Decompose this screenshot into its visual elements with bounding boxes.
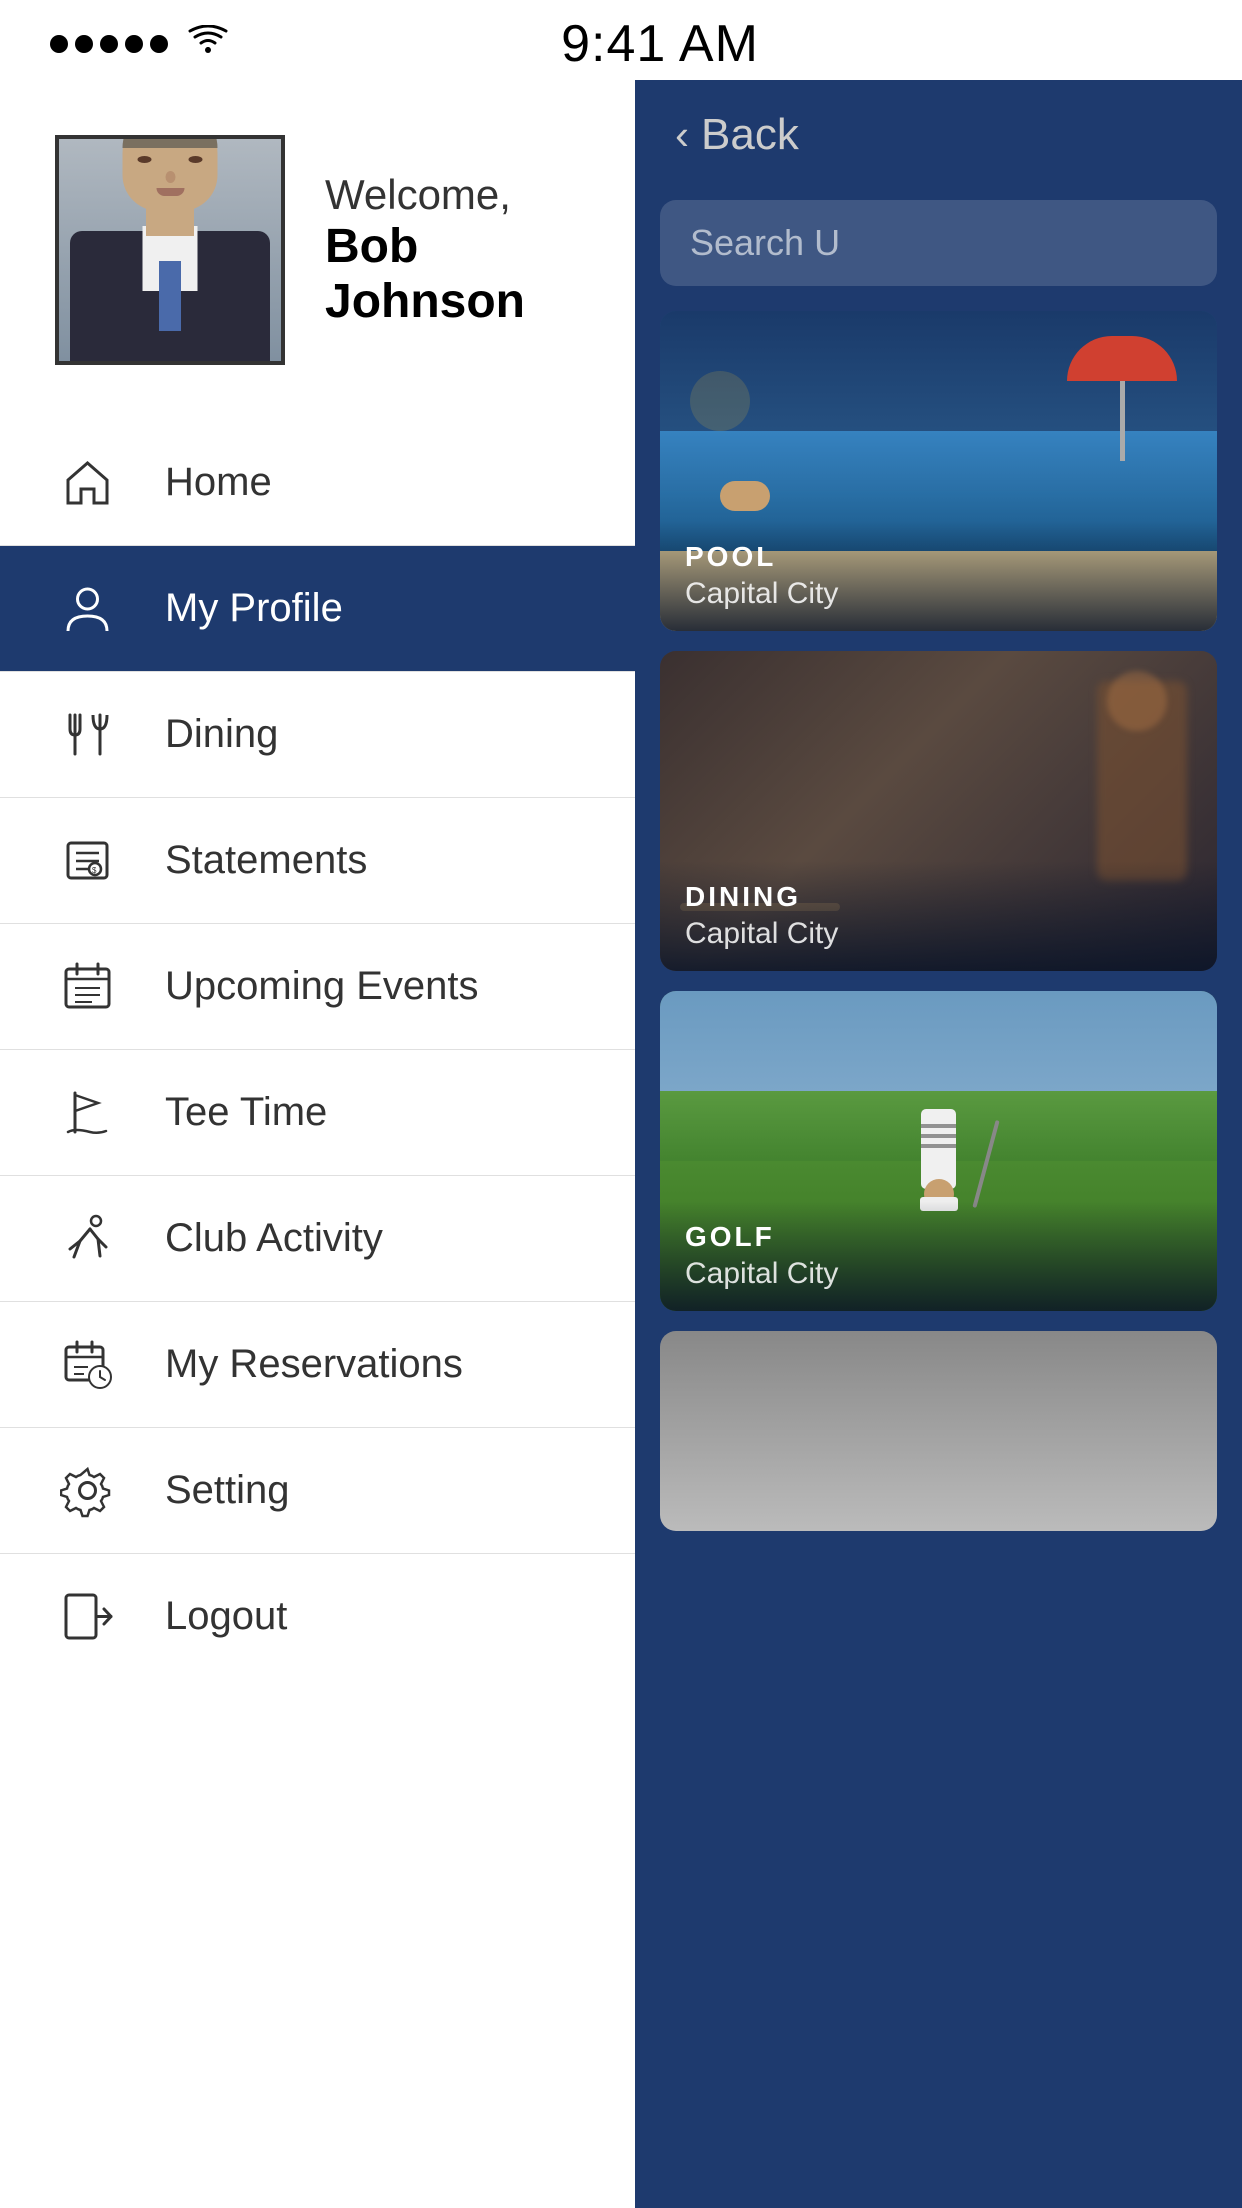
sidebar-item-dining[interactable]: Dining (0, 672, 635, 798)
dining-icon (55, 702, 120, 767)
stripe-1 (921, 1124, 956, 1128)
avatar-head (123, 135, 218, 211)
sidebar-item-statements[interactable]: $ Statements (0, 798, 635, 924)
nav-menu: Home My Profile (0, 420, 635, 2208)
umbrella-pole (1120, 381, 1125, 461)
venue-card-extra[interactable] (660, 1331, 1217, 1531)
back-label: Back (701, 110, 799, 160)
avatar-hair (123, 135, 218, 148)
sidebar-item-label-my-reservations: My Reservations (165, 1342, 463, 1387)
sun-glow (690, 371, 750, 431)
search-bar[interactable]: Search U (660, 200, 1217, 286)
card-name-pool: Capital City (685, 577, 1192, 611)
extra-card-bg (660, 1331, 1217, 1531)
status-left (50, 25, 228, 63)
welcome-section: Welcome, Bob Johnson (325, 171, 580, 329)
sidebar-item-label-statements: Statements (165, 838, 367, 883)
signal-dot-3 (100, 35, 118, 53)
avatar-image (59, 139, 281, 361)
user-header: Welcome, Bob Johnson (0, 80, 635, 420)
sidebar-item-my-profile[interactable]: My Profile (0, 546, 635, 672)
cards-list: POOL Capital City DINI (635, 311, 1242, 2208)
avatar-tie (159, 261, 181, 331)
umbrella (1067, 336, 1177, 461)
signal-dot-1 (50, 35, 68, 53)
card-overlay-pool: POOL Capital City (660, 521, 1217, 631)
logout-icon (55, 1584, 120, 1649)
avatar-eye-left (138, 156, 152, 163)
reservations-icon (55, 1332, 120, 1397)
avatar-mouth (156, 188, 184, 196)
person-icon (55, 576, 120, 641)
sidebar-item-club-activity[interactable]: Club Activity (0, 1176, 635, 1302)
signal-dot-2 (75, 35, 93, 53)
stripe-3 (921, 1144, 956, 1148)
sidebar-item-tee-time[interactable]: Tee Time (0, 1050, 635, 1176)
sidebar-item-label-club-activity: Club Activity (165, 1216, 383, 1261)
calendar-icon (55, 954, 120, 1019)
search-placeholder: Search U (690, 222, 840, 264)
wifi-icon (188, 25, 228, 63)
left-panel: Welcome, Bob Johnson Home (0, 80, 635, 2208)
signal-dot-5 (150, 35, 168, 53)
dining-head (1107, 671, 1167, 731)
sidebar-item-label-dining: Dining (165, 712, 278, 757)
sidebar-item-upcoming-events[interactable]: Upcoming Events (0, 924, 635, 1050)
card-name-dining: Capital City (685, 917, 1192, 951)
time-display: 9:41 AM (561, 14, 759, 74)
avatar-nose (165, 171, 175, 183)
stripe-2 (921, 1134, 956, 1138)
statements-icon: $ (55, 828, 120, 893)
gear-icon (55, 1458, 120, 1523)
avatar (55, 135, 285, 365)
venue-card-pool[interactable]: POOL Capital City (660, 311, 1217, 631)
signal-dot-4 (125, 35, 143, 53)
sidebar-item-my-reservations[interactable]: My Reservations (0, 1302, 635, 1428)
sidebar-item-label-upcoming-events: Upcoming Events (165, 964, 478, 1009)
card-name-golf: Capital City (685, 1257, 1192, 1291)
pool-person (720, 481, 770, 511)
golfer-body (921, 1109, 956, 1189)
main-layout: Welcome, Bob Johnson Home (0, 80, 1242, 2208)
running-icon (55, 1206, 120, 1271)
sidebar-item-home[interactable]: Home (0, 420, 635, 546)
home-icon (55, 450, 120, 515)
sidebar-item-label-logout: Logout (165, 1594, 287, 1639)
sidebar-item-setting[interactable]: Setting (0, 1428, 635, 1554)
sidebar-item-label-setting: Setting (165, 1468, 290, 1513)
sidebar-item-label-my-profile: My Profile (165, 586, 343, 631)
venue-card-golf[interactable]: GOLF Capital City (660, 991, 1217, 1311)
venue-card-dining[interactable]: DINING Capital City (660, 651, 1217, 971)
card-category-golf: GOLF (685, 1221, 1192, 1253)
card-category-dining: DINING (685, 881, 1192, 913)
card-category-pool: POOL (685, 541, 1192, 573)
status-bar: 9:41 AM (0, 0, 1242, 80)
card-overlay-golf: GOLF Capital City (660, 1201, 1217, 1311)
back-chevron-icon: ‹ (675, 111, 689, 159)
welcome-greeting: Welcome, (325, 171, 580, 219)
golfer (920, 1109, 958, 1211)
sidebar-item-label-home: Home (165, 460, 272, 505)
flag-icon (55, 1080, 120, 1145)
right-panel: ‹ Back Search U (635, 80, 1242, 2208)
sidebar-item-label-tee-time: Tee Time (165, 1090, 327, 1135)
svg-text:$: $ (92, 866, 97, 875)
signal-dots (50, 35, 168, 53)
avatar-eye-right (189, 156, 203, 163)
back-button[interactable]: ‹ Back (635, 80, 1242, 190)
welcome-name: Bob Johnson (325, 219, 580, 329)
sidebar-item-logout[interactable]: Logout (0, 1554, 635, 1679)
umbrella-top (1067, 336, 1177, 381)
card-overlay-dining: DINING Capital City (660, 861, 1217, 971)
